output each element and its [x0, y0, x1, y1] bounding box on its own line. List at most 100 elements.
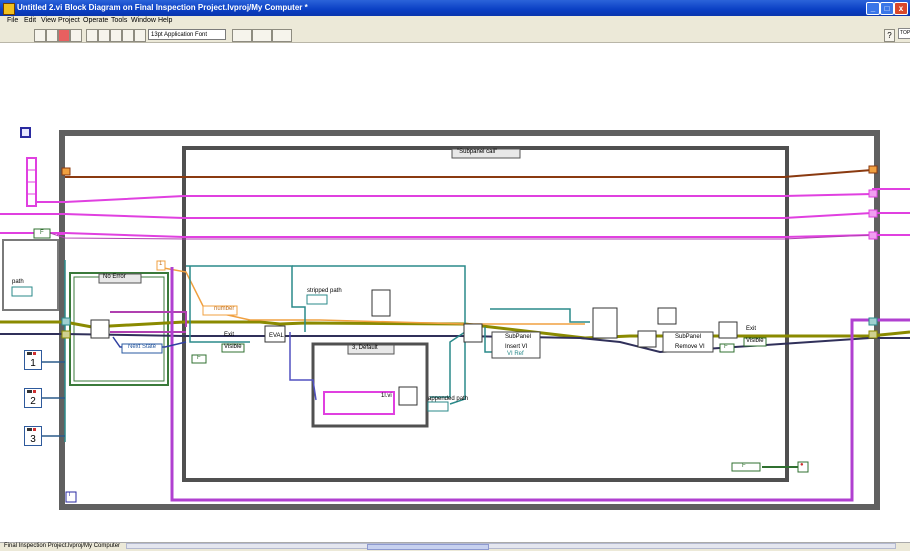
numeric-1-value: 1 — [30, 358, 36, 369]
step-out-icon[interactable] — [134, 29, 146, 42]
tunnel-right-5 — [868, 317, 878, 326]
stripped-path-label: stripped path — [307, 288, 342, 294]
close-button[interactable]: x — [894, 2, 908, 15]
property-node-1[interactable] — [657, 307, 677, 325]
tunnel-left-3 — [61, 330, 71, 339]
merge-errors-block[interactable] — [718, 321, 738, 339]
false-const-left-label: F — [197, 355, 201, 361]
false-const-right-label: F — [724, 344, 728, 350]
menu-bar: File Edit View Project Operate Tools Win… — [0, 16, 910, 28]
tunnel-right-1 — [868, 165, 878, 174]
path-constant-frame — [2, 239, 59, 311]
close-ref-block[interactable] — [637, 330, 657, 348]
vi-name-label: 1l.vi — [381, 393, 392, 399]
tunnel-left-1 — [61, 167, 71, 176]
tunnel-right-2 — [868, 189, 878, 198]
window-titlebar[interactable]: Untitled 2.vi Block Diagram on Final Ins… — [0, 0, 910, 16]
case-selector-main-label: "Subpanel call" — [457, 149, 498, 155]
scrollbar-thumb[interactable] — [367, 544, 489, 550]
iteration-terminal — [65, 491, 77, 503]
false-const-top-label: F — [40, 230, 44, 236]
vi-ref-label: VI Ref — [507, 351, 524, 357]
abort-icon[interactable] — [58, 29, 70, 42]
wire-teal-4 — [430, 331, 466, 398]
next-state-label: Next State — [128, 344, 157, 350]
false-const-bottom[interactable] — [731, 462, 761, 472]
false-const-bottom-label: F — [742, 463, 746, 469]
subpanel-insert-label: SubPanel — [505, 334, 532, 340]
menu-tools[interactable]: Tools — [111, 17, 127, 24]
stop-icon[interactable]: ● — [800, 462, 804, 468]
reorder-icon[interactable] — [272, 29, 292, 42]
tunnel-right-4 — [868, 231, 878, 240]
number-label: number — [214, 306, 235, 312]
tunnel-right-3 — [868, 209, 878, 218]
step-over-icon[interactable] — [122, 29, 134, 42]
open-vi-ref-block[interactable] — [592, 307, 618, 339]
run-arrow-icon[interactable] — [34, 29, 46, 42]
numeric-constant-1[interactable]: 1 — [24, 350, 42, 370]
insert-vi-label: Insert VI — [505, 344, 528, 350]
highlight-execution-icon[interactable] — [86, 29, 98, 42]
horizontal-scrollbar[interactable] — [126, 543, 896, 550]
wire-teal-3 — [189, 266, 250, 343]
wire-brown — [65, 169, 873, 178]
table-block[interactable] — [371, 289, 391, 317]
numeric-constant-3[interactable]: 3 — [24, 426, 42, 446]
iteration-label: i — [69, 492, 71, 498]
path-label: path — [12, 279, 24, 285]
menu-view[interactable]: View — [41, 17, 56, 24]
visible-right-label: Visible — [746, 338, 764, 344]
run-continuous-icon[interactable] — [46, 29, 58, 42]
eval-label: EVAL — [269, 333, 284, 339]
exit-left-label: Exit — [224, 332, 235, 338]
build-path-block[interactable] — [398, 386, 418, 406]
tunnel-right-6 — [868, 330, 878, 339]
numeric-3-value: 3 — [30, 434, 36, 445]
wire-teal-6 — [490, 308, 590, 323]
menu-window[interactable]: Window — [131, 17, 156, 24]
case-selector-error-label: No Error — [103, 274, 126, 280]
appended-path-indicator — [427, 401, 449, 412]
remove-vi-label: Remove VI — [675, 344, 705, 350]
wire-pink-2 — [0, 212, 873, 219]
visible-left-label: Visible — [224, 344, 242, 350]
enum-constant-top[interactable] — [20, 127, 31, 138]
pause-icon[interactable] — [70, 29, 82, 42]
tunnel-left-2 — [61, 317, 71, 326]
block-diagram-canvas[interactable] — [0, 42, 910, 542]
stripped-path-indicator — [306, 294, 328, 305]
wire-pink-3 — [0, 232, 873, 238]
align-objects-icon[interactable] — [232, 29, 252, 42]
case-structure-error-inner — [73, 276, 165, 382]
top-label: TOP — [898, 28, 910, 39]
case-structure-error[interactable] — [69, 272, 169, 386]
numeric-constant-2[interactable]: 2 — [24, 388, 42, 408]
menu-help[interactable]: Help — [158, 17, 172, 24]
step-into-icon[interactable] — [110, 29, 122, 42]
menu-file[interactable]: File — [7, 17, 18, 24]
numeric-2-value: 2 — [30, 396, 36, 407]
project-status-text: Final Inspection Project.lvproj/My Compu… — [4, 543, 121, 549]
case-selector-inner-label: 3, Default — [352, 345, 378, 351]
labview-app-icon — [3, 3, 15, 15]
path-indicator — [11, 286, 33, 297]
minimize-button[interactable]: _ — [866, 2, 880, 15]
menu-project[interactable]: Project — [58, 17, 80, 24]
toolbar: 13pt Application Font ? TOP — [0, 28, 910, 43]
appended-path-label: appended path — [428, 396, 469, 402]
exit-right-label: Exit — [746, 326, 757, 332]
unbundle-block[interactable] — [90, 319, 110, 339]
window-title: Untitled 2.vi Block Diagram on Final Ins… — [17, 3, 308, 12]
distribute-objects-icon[interactable] — [252, 29, 272, 42]
retain-wire-values-icon[interactable] — [98, 29, 110, 42]
menu-operate[interactable]: Operate — [83, 17, 108, 24]
help-icon[interactable]: ? — [884, 29, 895, 42]
index-const-label: 1 — [159, 261, 163, 267]
case-structure-main[interactable] — [182, 146, 789, 482]
font-selector[interactable]: 13pt Application Font — [148, 29, 226, 40]
path-block[interactable] — [463, 323, 483, 343]
menu-edit[interactable]: Edit — [24, 17, 36, 24]
subpanel-remove-label: SubPanel — [675, 334, 702, 340]
maximize-button[interactable]: □ — [880, 2, 894, 15]
